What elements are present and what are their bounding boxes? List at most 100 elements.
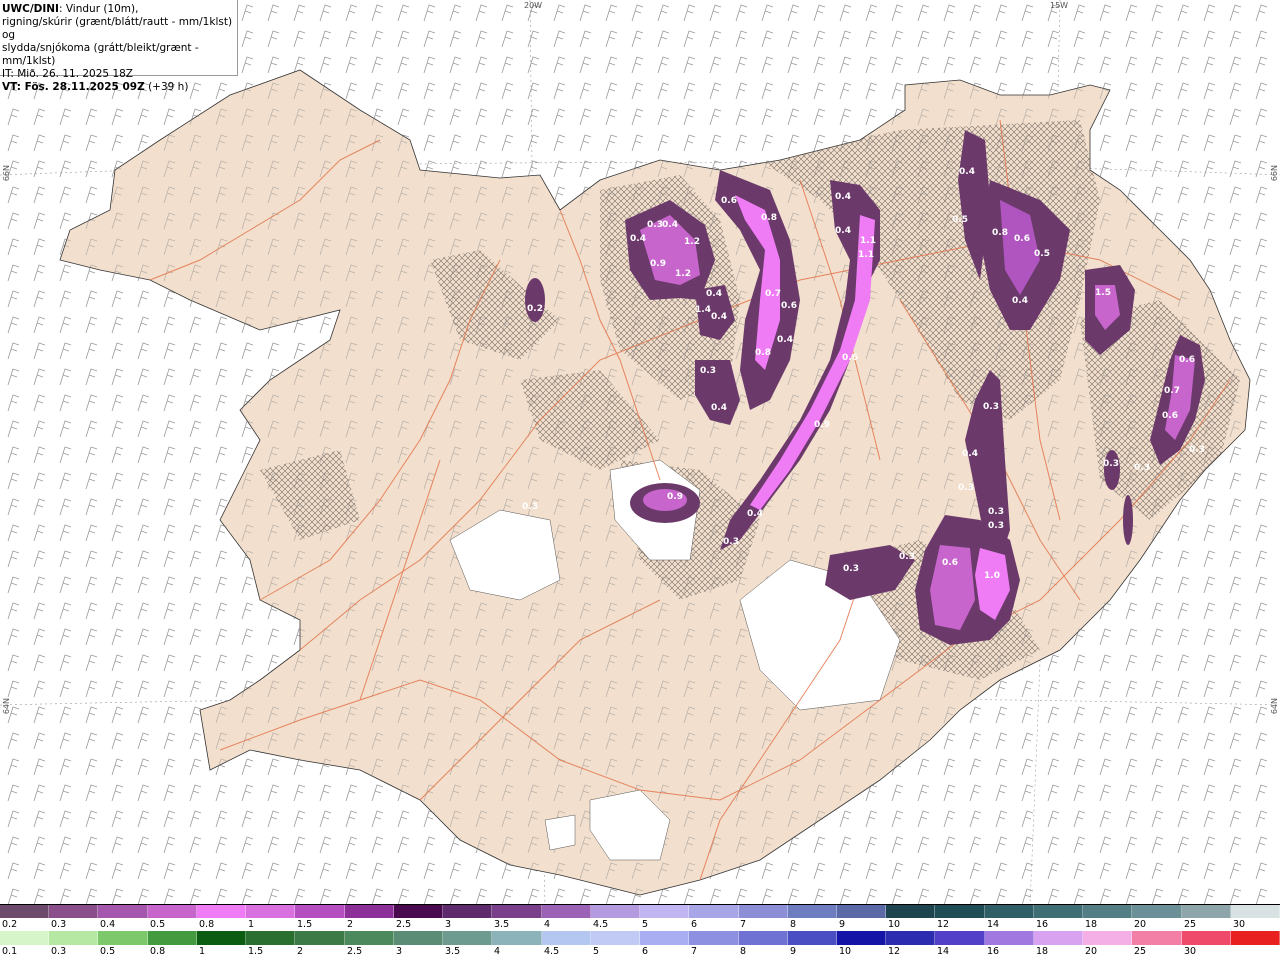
colorbar-swatch [689, 931, 739, 945]
colorbar-tick-label: 20 [1085, 946, 1098, 957]
colorbar-swatch [98, 905, 148, 918]
colorbar-tick-label: 9 [839, 919, 846, 930]
colorbar-tick-label: 2 [297, 946, 304, 957]
precip-value-label: 0.3 [1134, 463, 1150, 473]
precip-value-label: 0.9 [814, 420, 830, 430]
precip-value-label: 0.6 [842, 353, 858, 363]
precip-value-label: 0.4 [777, 335, 793, 345]
colorbar-tick-label: 16 [987, 946, 1000, 957]
precip-value-label: 1.1 [858, 250, 874, 260]
precip-value-label: 1.4 [695, 305, 711, 315]
precip-value-label: 0.3 [983, 402, 999, 412]
colorbar-tick-label: 1.5 [248, 946, 264, 957]
colorbar-swatch [1033, 905, 1084, 918]
colorbar-swatch [49, 905, 99, 918]
init-time: IT: Mið. 26. 11. 2025 18Z [2, 68, 133, 80]
colorbar-tick-label: 10 [888, 919, 901, 930]
colorbar-swatch [886, 931, 936, 945]
colorbar-swatch [492, 931, 542, 945]
title-line-1: UWC/DINI: Vindur (10m), [2, 3, 237, 16]
colorbar-tick-label: 10 [839, 946, 852, 957]
precip-value-label: 0.7 [765, 289, 781, 299]
colorbar-swatch [49, 931, 99, 945]
colorbar-tick-label: 0.2 [2, 919, 18, 930]
colorbar-swatch [836, 905, 887, 918]
colorbar-tick-label: 0.8 [199, 919, 215, 930]
colorbar-tick-label: 4 [494, 946, 501, 957]
colorbar-tick-label: 0.1 [2, 946, 18, 957]
precip-value-label: 0.8 [761, 213, 777, 223]
colorbar-swatch [0, 931, 50, 945]
colorbar-swatch [1230, 905, 1280, 918]
colorbar-tick-label: 0.3 [51, 919, 67, 930]
precip-value-label: 0.4 [962, 449, 978, 459]
colorbar-tick-label: 6 [691, 919, 698, 930]
grid-label-20w: 20W [524, 1, 543, 10]
model-name: UWC/DINI [2, 3, 59, 15]
colorbar-swatch [1033, 931, 1084, 945]
precip-value-label: 0.3 [1189, 445, 1205, 455]
precip-value-label: 0.8 [992, 228, 1008, 238]
colorbar-tick-label: 0.5 [100, 946, 116, 957]
colorbar-tick-label: 2 [347, 919, 354, 930]
precip-value-label: 0.4 [835, 226, 851, 236]
grid-label-64n-left: 64N [2, 698, 11, 715]
colorbar-swatch [246, 931, 296, 945]
precip-value-label: 0.4 [630, 234, 646, 244]
colorbar-tick-label: 3 [445, 919, 452, 930]
colorbar-tick-label: 0.8 [150, 946, 166, 957]
colorbar-tick-label: 8 [790, 919, 797, 930]
precip-value-label: 1.1 [860, 236, 876, 246]
colorbar-tick-label: 16 [1036, 919, 1049, 930]
colorbar-swatch [295, 931, 345, 945]
colorbar-swatch [1181, 905, 1231, 918]
precip-value-label: 0.6 [781, 301, 797, 311]
colorbar-snow [0, 904, 1280, 918]
colorbar-tick-label: 20 [1134, 919, 1147, 930]
colorbar-swatch [1083, 931, 1133, 945]
colorbar-swatch [147, 931, 197, 945]
precip-value-label: 0.5 [952, 215, 968, 225]
colorbar-tick-label: 0.4 [100, 919, 116, 930]
colorbar-tick-label: 5 [593, 946, 600, 957]
precip-value-label: 0.4 [711, 312, 727, 322]
grid-label-15w: 15W [1050, 1, 1069, 10]
precip-value-label: 0.4 [959, 167, 975, 177]
colorbar-swatch [147, 905, 197, 918]
colorbar-swatch [984, 931, 1034, 945]
colorbar-tick-label: 3.5 [445, 946, 461, 957]
colorbar-swatch [344, 931, 394, 945]
colorbar-tick-label: 12 [937, 919, 950, 930]
colorbar-swatch [935, 905, 985, 918]
colorbar-swatch [1132, 905, 1182, 918]
colorbar-swatch [393, 905, 444, 918]
colorbar-tick-label: 0.3 [51, 946, 67, 957]
colorbar-swatch [443, 931, 493, 945]
colorbar-swatch [1230, 931, 1280, 945]
precip-value-label: 1.0 [984, 571, 1000, 581]
precip-value-label: 0.4 [711, 403, 727, 413]
colorbar-swatch [738, 931, 788, 945]
colorbar-swatch [984, 905, 1034, 918]
colorbar-swatch [640, 905, 690, 918]
colorbar-swatch [1181, 931, 1231, 945]
map-canvas: 0.40.50.80.60.50.40.40.41.11.10.60.80.40… [0, 0, 1280, 904]
precip-value-label: 1.2 [684, 237, 700, 247]
colorbar-swatch [738, 905, 788, 918]
colorbar-swatch [541, 905, 591, 918]
colorbar-tick-label: 25 [1134, 946, 1147, 957]
title-desc-2: rigning/skúrir (grænt/blátt/rautt - mm/1… [2, 16, 233, 41]
colorbar-rain-labels: 0.1 0.3 0.5 0.8 1 1.5 2 2.5 3 3.5 4 4.5 5 6 7 8 9 10 12 14 1… [0, 946, 1280, 957]
colorbar-tick-label: 14 [987, 919, 1000, 930]
colorbar-tick-label: 30 [1233, 919, 1246, 930]
colorbar-swatch [689, 905, 739, 918]
colorbar-tick-label: 2.5 [396, 919, 412, 930]
colorbar-tick-label: 18 [1085, 919, 1098, 930]
colorbar-swatch [787, 931, 837, 945]
precip-value-label: 0.3 [988, 521, 1004, 531]
valid-time-line: VT: Fös. 28.11.2025 09Z (+39 h) [2, 81, 237, 94]
colorbar-swatch [836, 931, 887, 945]
precip-value-label: 0.4 [706, 289, 722, 299]
colorbar-tick-label: 0.5 [150, 919, 166, 930]
precip-value-label: 0.9 [650, 259, 666, 269]
